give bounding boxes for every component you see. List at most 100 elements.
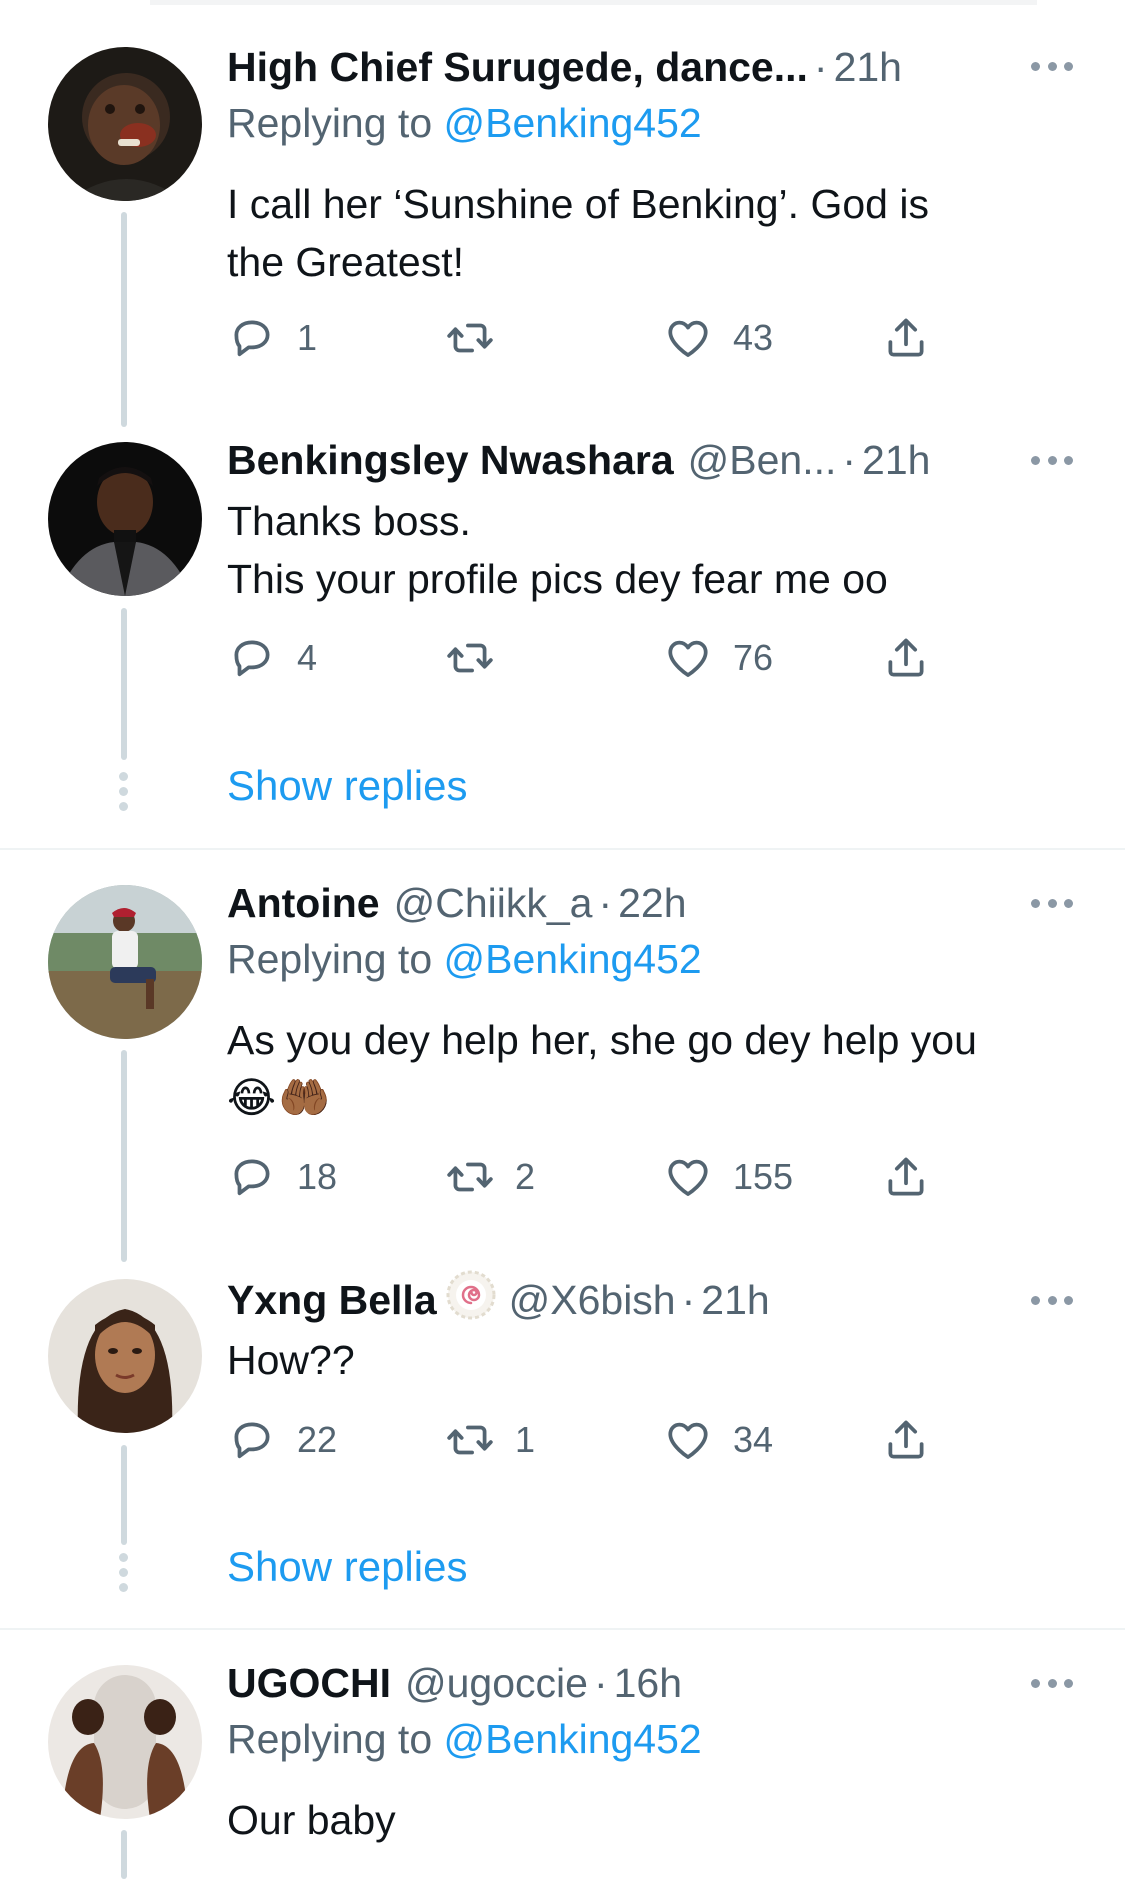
tweet-antoine[interactable]: Antoine @Chiikk_a · 22h Replying to @Ben… [0, 850, 1125, 1265]
tweet-ugochi[interactable]: UGOCHI @ugoccie · 16h Replying to @Benki… [0, 1630, 1125, 1879]
heart-icon [663, 1152, 713, 1202]
reply-bubble-icon [227, 313, 277, 363]
like-count: 76 [733, 637, 774, 678]
avatar[interactable] [48, 1665, 202, 1819]
reply-count: 18 [297, 1156, 338, 1197]
thread-line [121, 1050, 127, 1262]
reply-button[interactable]: 1 [227, 313, 317, 363]
user-handle[interactable]: @X6bish [509, 1277, 676, 1324]
replying-to-prefix: Replying to [227, 1716, 444, 1762]
display-name[interactable]: High Chief Surugede, dance... [227, 44, 808, 91]
mention-link[interactable]: @Benking452 [444, 936, 702, 982]
replying-to-prefix: Replying to [227, 100, 444, 146]
display-name[interactable]: Benkingsley Nwashara [227, 437, 674, 484]
share-button[interactable] [881, 633, 931, 683]
tweet-text-line: How?? [227, 1337, 355, 1383]
retweet-count: 1 [515, 1419, 536, 1460]
tweet-emoji: 😂🤲🏾 [227, 1074, 333, 1121]
retweet-count: 2 [515, 1156, 536, 1197]
separator-dot: · [681, 1276, 696, 1323]
tweet-actions: 1 43 [227, 313, 947, 363]
retweet-button[interactable] [445, 313, 515, 363]
reply-bubble-icon [227, 633, 277, 683]
mention-link[interactable]: @Benking452 [444, 100, 702, 146]
like-count: 155 [733, 1156, 794, 1197]
retweet-button[interactable]: 1 [445, 1415, 535, 1465]
like-button[interactable]: 34 [663, 1415, 773, 1465]
tweet-text-line: As you dey help her, she go dey help you [227, 1017, 977, 1063]
share-button[interactable] [881, 1415, 931, 1465]
share-button[interactable] [881, 313, 931, 363]
tweet-header: Benkingsley Nwashara @Ben... · 21h [227, 430, 1005, 490]
mention-link[interactable]: @Benking452 [444, 1716, 702, 1762]
user-handle[interactable]: @Ben... [688, 437, 837, 484]
swirl-badge-icon [445, 1270, 497, 1330]
share-button[interactable] [881, 1152, 931, 1202]
thread-line [121, 1445, 127, 1545]
tweet-header: Yxng Bella @X6bish · 21h [227, 1270, 1005, 1330]
avatar[interactable] [48, 1279, 202, 1433]
avatar[interactable] [48, 442, 202, 596]
timestamp[interactable]: 16h [614, 1660, 682, 1707]
tweet-text-line: I call her ‘Sunshine of Benking’. God is [227, 181, 929, 227]
display-name[interactable]: Antoine [227, 880, 380, 927]
separator-dot: · [813, 43, 828, 90]
heart-icon [663, 633, 713, 683]
avatar[interactable] [48, 47, 202, 201]
timestamp[interactable]: 21h [834, 44, 902, 91]
reply-button[interactable]: 22 [227, 1415, 337, 1465]
replying-to-line: Replying to @Benking452 [227, 100, 702, 147]
reply-button[interactable]: 18 [227, 1152, 337, 1202]
thread-line [121, 608, 127, 760]
display-name[interactable]: Yxng Bella [227, 1277, 437, 1324]
tweet-text-line: Our baby [227, 1797, 396, 1843]
more-dots-icon[interactable] [1031, 453, 1073, 467]
more-dots-icon[interactable] [1031, 1293, 1073, 1307]
reply-count: 4 [297, 637, 318, 678]
share-upload-icon [881, 633, 931, 683]
user-handle[interactable]: @ugoccie [405, 1660, 588, 1707]
tweet-text: As you dey help her, she go dey help you… [227, 1011, 1087, 1127]
tweet-benkingsley[interactable]: Benkingsley Nwashara @Ben... · 21h Thank… [0, 430, 1125, 850]
like-count: 43 [733, 317, 774, 358]
avatar[interactable] [48, 885, 202, 1039]
retweet-icon [445, 313, 495, 363]
more-dots-icon[interactable] [1031, 1676, 1073, 1690]
like-button[interactable]: 43 [663, 313, 773, 363]
show-replies-link[interactable]: Show replies [227, 762, 467, 810]
reply-button[interactable]: 4 [227, 633, 317, 683]
show-replies-link[interactable]: Show replies [227, 1543, 467, 1591]
replying-to-line: Replying to @Benking452 [227, 936, 702, 983]
heart-icon [663, 313, 713, 363]
retweet-button[interactable]: 2 [445, 1152, 535, 1202]
retweet-button[interactable] [445, 633, 515, 683]
display-name[interactable]: UGOCHI [227, 1660, 391, 1707]
user-handle[interactable]: @Chiikk_a [394, 880, 593, 927]
share-upload-icon [881, 1415, 931, 1465]
thread-continuation-dots [119, 1553, 129, 1592]
separator-dot: · [593, 1659, 608, 1706]
timestamp[interactable]: 21h [701, 1277, 769, 1324]
thread-line [121, 1830, 127, 1879]
tweet-text-line: Thanks boss. [227, 498, 471, 544]
more-dots-icon[interactable] [1031, 896, 1073, 910]
like-button[interactable]: 155 [663, 1152, 793, 1202]
retweet-icon [445, 1415, 495, 1465]
timestamp[interactable]: 22h [618, 880, 686, 927]
like-button[interactable]: 76 [663, 633, 773, 683]
reply-bubble-icon [227, 1152, 277, 1202]
tweet-text: I call her ‘Sunshine of Benking’. God is… [227, 175, 1087, 291]
tweet-header: Antoine @Chiikk_a · 22h [227, 873, 1005, 933]
like-count: 34 [733, 1419, 774, 1460]
tweet-yxng-bella[interactable]: Yxng Bella @X6bish · 21h How?? 22 1 34 S… [0, 1265, 1125, 1630]
tweet-text: Our baby [227, 1791, 1087, 1849]
thread-line [121, 212, 127, 427]
timestamp[interactable]: 21h [862, 437, 930, 484]
thread-continuation-dots [119, 772, 129, 811]
tweet-surugede[interactable]: High Chief Surugede, dance... · 21h Repl… [0, 0, 1125, 430]
tweet-header: High Chief Surugede, dance... · 21h [227, 37, 1005, 97]
more-dots-icon[interactable] [1031, 59, 1073, 73]
separator-dot: · [598, 879, 613, 926]
reply-count: 1 [297, 317, 318, 358]
share-upload-icon [881, 1152, 931, 1202]
